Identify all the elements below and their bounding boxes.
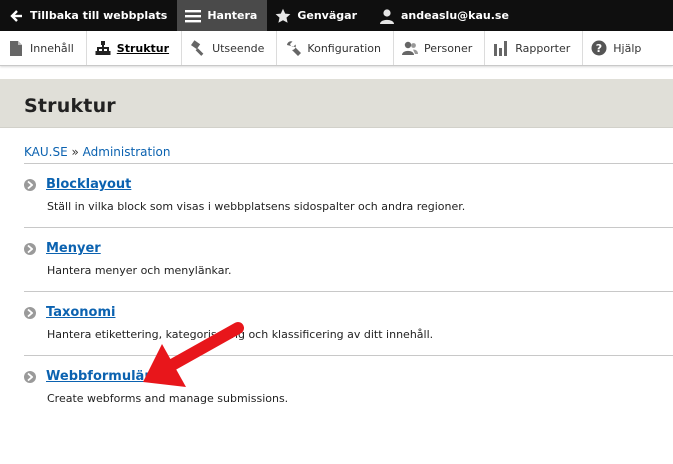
chevron-right-icon — [24, 178, 36, 191]
document-icon — [8, 40, 24, 56]
breadcrumb-separator: » — [71, 145, 79, 159]
back-to-site-link[interactable]: Tillbaka till webbplats — [0, 0, 177, 31]
brush-icon — [190, 40, 206, 56]
chevron-right-icon — [24, 370, 36, 383]
hamburger-icon — [185, 8, 202, 24]
user-icon — [379, 8, 395, 24]
tray-label-configuration: Konfiguration — [307, 41, 382, 55]
taxonomy-link[interactable]: Taxonomi — [46, 305, 115, 320]
breadcrumb: KAU.SE » Administration — [0, 128, 673, 163]
list-item-menus: Menyer Hantera menyer och menylänkar. — [24, 227, 673, 291]
blocklayout-link[interactable]: Blocklayout — [46, 177, 131, 192]
list-item-webforms: Webbformulär Create webforms and manage … — [24, 355, 673, 419]
shortcuts-tab[interactable]: Genvägar — [267, 0, 367, 31]
list-item-blocklayout: Blocklayout Ställ in vilka block som vis… — [24, 163, 673, 227]
blocklayout-description: Ställ in vilka block som visas i webbpla… — [47, 200, 466, 213]
tray-item-content[interactable]: Innehåll — [0, 31, 87, 65]
tray-item-configuration[interactable]: Konfiguration — [277, 31, 395, 65]
back-to-site-label: Tillbaka till webbplats — [30, 9, 168, 22]
svg-text:?: ? — [596, 42, 602, 55]
breadcrumb-admin-link[interactable]: Administration — [83, 145, 171, 159]
tray-label-people: Personer — [424, 41, 473, 55]
chevron-right-icon — [24, 306, 36, 319]
toolbar-tray: Innehåll Struktur Utseende Konfiguration… — [0, 31, 673, 66]
manage-tab[interactable]: Hantera — [177, 0, 268, 31]
tray-item-appearance[interactable]: Utseende — [182, 31, 278, 65]
admin-list: Blocklayout Ställ in vilka block som vis… — [24, 163, 673, 419]
user-label: andeaslu@kau.se — [401, 9, 509, 22]
webforms-link[interactable]: Webbformulär — [46, 369, 151, 384]
help-icon: ? — [591, 40, 607, 56]
people-icon — [402, 40, 419, 56]
tray-label-reports: Rapporter — [515, 41, 571, 55]
wrench-icon — [285, 40, 302, 56]
taxonomy-description: Hantera etikettering, kategorisering och… — [47, 328, 434, 341]
tray-item-people[interactable]: Personer — [394, 31, 486, 65]
sitemap-icon — [95, 40, 111, 56]
tray-label-structure: Struktur — [116, 41, 170, 55]
back-arrow-icon — [8, 8, 24, 24]
tray-label-content: Innehåll — [30, 41, 74, 55]
menus-description: Hantera menyer och menylänkar. — [47, 264, 232, 277]
menus-link[interactable]: Menyer — [46, 241, 101, 256]
manage-label: Hantera — [207, 9, 258, 22]
tray-item-reports[interactable]: Rapporter — [485, 31, 584, 65]
tray-item-help[interactable]: ? Hjälp — [583, 31, 653, 65]
webforms-description: Create webforms and manage submissions. — [47, 392, 289, 405]
breadcrumb-home-link[interactable]: KAU.SE — [24, 145, 68, 159]
tray-label-help: Hjälp — [613, 41, 642, 55]
shortcuts-label: Genvägar — [297, 9, 357, 22]
bar-chart-icon — [493, 40, 509, 56]
star-icon — [275, 8, 291, 24]
page-header: Struktur — [0, 79, 673, 128]
tray-item-structure[interactable]: Struktur — [87, 31, 183, 65]
user-tab[interactable]: andeaslu@kau.se — [367, 0, 519, 31]
chevron-right-icon — [24, 242, 36, 255]
tray-label-appearance: Utseende — [212, 41, 265, 55]
admin-toolbar: Tillbaka till webbplats Hantera Genvägar… — [0, 0, 673, 31]
page-title: Struktur — [24, 95, 116, 117]
list-item-taxonomy: Taxonomi Hantera etikettering, kategoris… — [24, 291, 673, 355]
